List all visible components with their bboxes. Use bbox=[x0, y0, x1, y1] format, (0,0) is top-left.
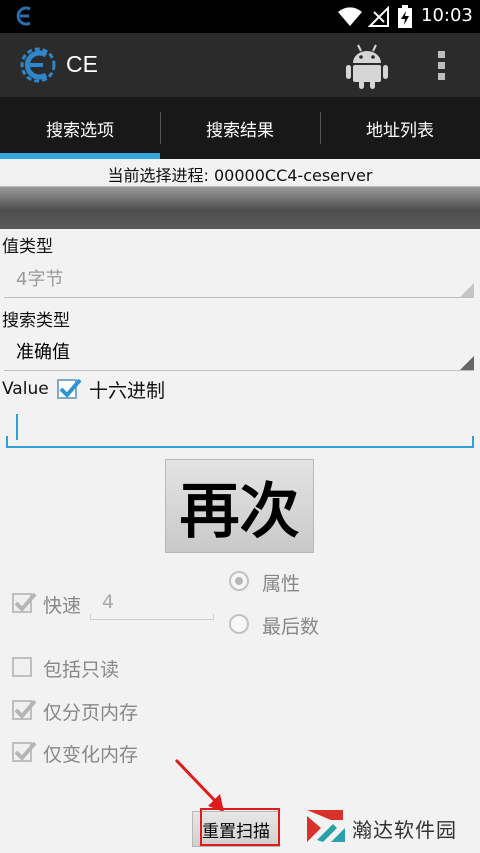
status-bar: 10:03 bbox=[0, 0, 480, 33]
red-arrow-icon bbox=[174, 758, 224, 812]
action-bar: CE bbox=[0, 33, 480, 97]
current-process-label: 当前选择进程: 00000CC4-ceserver bbox=[107, 166, 373, 185]
changed-memory-checkbox[interactable] bbox=[12, 741, 37, 762]
highlight-box bbox=[200, 808, 280, 846]
hex-label: 十六进制 bbox=[89, 380, 166, 402]
search-again-button[interactable]: 再次 bbox=[165, 459, 314, 553]
text-cursor bbox=[16, 414, 18, 440]
value-input[interactable] bbox=[6, 408, 474, 448]
readonly-checkbox[interactable] bbox=[12, 657, 32, 677]
signal-icon bbox=[368, 6, 389, 27]
wifi-icon bbox=[338, 7, 362, 27]
hex-checkbox[interactable] bbox=[57, 378, 82, 399]
android-icon[interactable] bbox=[345, 43, 389, 89]
checkmark-icon bbox=[14, 592, 37, 612]
watermark-logo-icon bbox=[307, 810, 345, 842]
radio-last-digits-label: 最后数 bbox=[262, 616, 320, 638]
fast-checkbox[interactable] bbox=[12, 592, 37, 613]
changed-memory-label: 仅变化内存 bbox=[43, 744, 139, 766]
radio-selected-dot bbox=[235, 577, 243, 585]
clock: 10:03 bbox=[421, 5, 473, 26]
search-type-label: 搜索类型 bbox=[2, 311, 70, 331]
value-label: Value bbox=[2, 379, 49, 399]
watermark-text: 瀚达软件园 bbox=[352, 818, 457, 842]
checkmark-icon bbox=[14, 699, 37, 719]
tab-search-results[interactable]: 搜索结果 bbox=[160, 97, 320, 159]
app-title: CE bbox=[66, 51, 98, 77]
fast-alignment-input[interactable]: 4 bbox=[102, 591, 114, 613]
process-select-button[interactable] bbox=[0, 186, 480, 229]
tab-bar: 搜索选项 搜索结果 地址列表 bbox=[0, 97, 480, 159]
readonly-label: 包括只读 bbox=[43, 659, 120, 681]
overflow-menu-icon[interactable] bbox=[432, 49, 452, 83]
radio-last-digits[interactable] bbox=[229, 614, 249, 634]
value-type-selected: 4字节 bbox=[16, 269, 64, 290]
battery-charging-icon bbox=[398, 5, 412, 28]
value-type-spinner[interactable]: 4字节 bbox=[4, 257, 474, 298]
spinner-arrow-icon bbox=[460, 356, 474, 370]
tab-address-list[interactable]: 地址列表 bbox=[320, 97, 480, 159]
paged-memory-checkbox[interactable] bbox=[12, 699, 37, 720]
cheat-engine-notification-icon bbox=[16, 6, 31, 26]
fast-label: 快速 bbox=[43, 595, 82, 617]
fast-input-underline bbox=[90, 614, 214, 620]
paged-memory-label: 仅分页内存 bbox=[43, 702, 139, 724]
radio-attribute[interactable] bbox=[229, 571, 249, 591]
radio-attribute-label: 属性 bbox=[262, 573, 301, 595]
checkmark-icon bbox=[14, 741, 37, 761]
checkmark-icon bbox=[59, 378, 82, 398]
cheat-engine-logo-icon[interactable] bbox=[18, 45, 58, 85]
search-type-selected: 准确值 bbox=[16, 342, 70, 363]
spinner-arrow-icon bbox=[460, 283, 474, 297]
search-type-spinner[interactable]: 准确值 bbox=[4, 330, 474, 371]
value-type-label: 值类型 bbox=[2, 237, 53, 257]
tab-search-options[interactable]: 搜索选项 bbox=[0, 97, 160, 159]
